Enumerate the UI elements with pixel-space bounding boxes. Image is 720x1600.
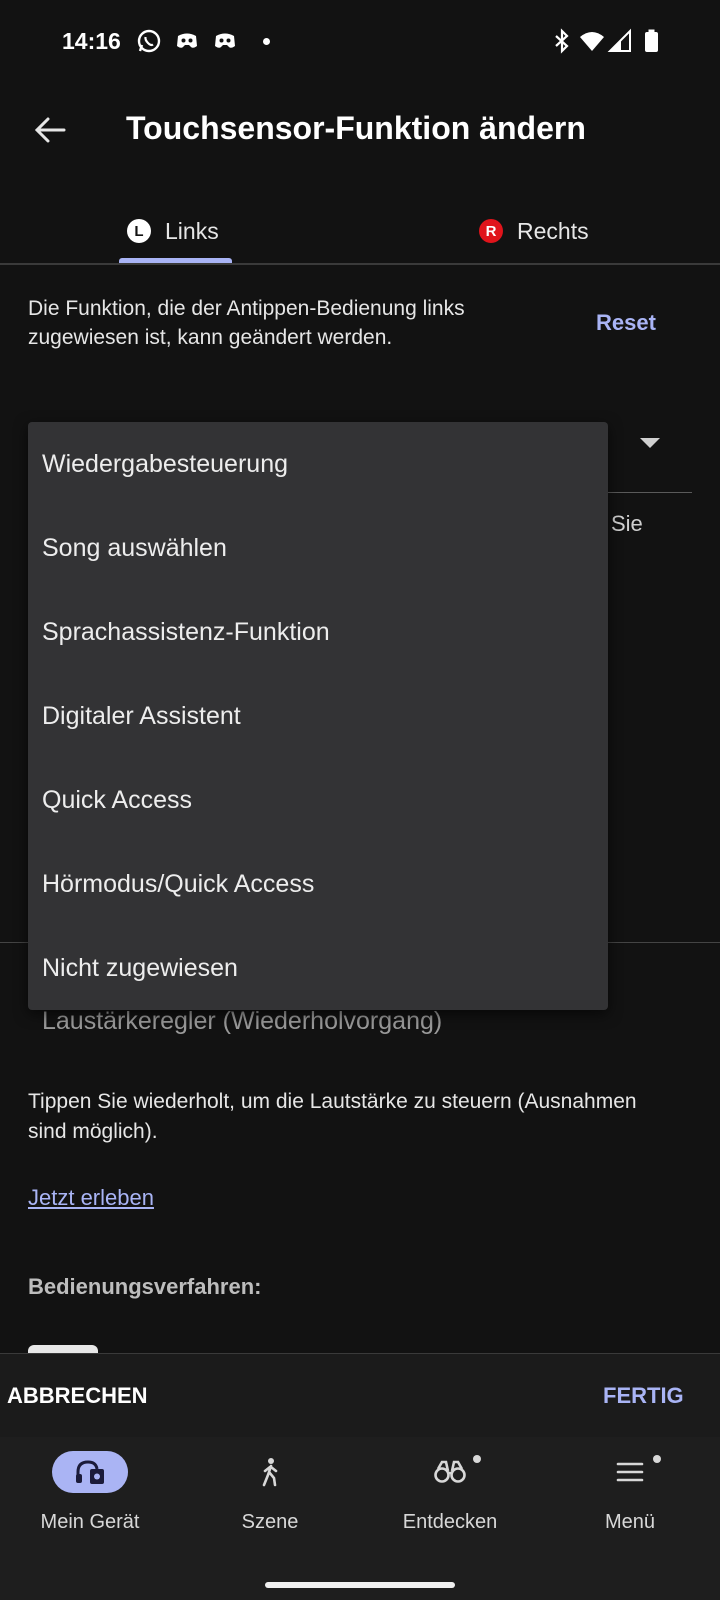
nav-label: Mein Gerät [40,1511,140,1533]
nav-label: Menü [604,1511,656,1533]
tab-label: Rechts [517,217,589,244]
nav-item-szene[interactable]: Szene [180,1437,360,1567]
nav-item-mein-geraet[interactable]: Mein Gerät [0,1437,180,1567]
menu-item-quick-access[interactable]: Quick Access [28,758,608,842]
done-button[interactable]: FERTIG [603,1383,684,1409]
game-controller-icon [215,33,235,48]
hamburger-menu-icon [616,1462,644,1482]
nav-item-menue[interactable]: Menü [540,1437,720,1567]
wifi-icon [580,32,604,51]
right-badge-icon: R [479,219,503,243]
headphones-device-icon [76,1460,104,1484]
menu-item-sprachassistenz[interactable]: Sprachassistenz-Funktion [28,590,608,674]
cancel-button[interactable]: ABBRECHEN [7,1383,148,1409]
nav-item-entdecken[interactable]: Entdecken [360,1437,540,1567]
nav-label: Entdecken [402,1511,498,1533]
notification-dot [473,1455,481,1463]
menu-item-wiedergabesteuerung[interactable]: Wiedergabesteuerung [28,422,608,506]
function-dropdown-menu: Wiedergabesteuerung Song auswählen Sprac… [28,422,608,1010]
home-indicator[interactable] [265,1582,455,1588]
reset-button[interactable]: Reset [596,310,656,336]
current-function-label: Laustärkeregler (Wiederholvorgang) [42,1007,443,1035]
status-time: 14:16 [62,28,121,54]
screen: 14:16 Touchsensor-Funktion ändern L Link… [0,0,720,1600]
action-bar: ABBRECHEN FERTIG [0,1353,720,1437]
procedure-heading: Bedienungsverfahren: [28,1274,262,1299]
tab-divider [0,263,720,265]
menu-item-digitaler-assistent[interactable]: Digitaler Assistent [28,674,608,758]
tip-text: Tippen Sie wiederholt, um die Lautstärke… [28,1090,637,1143]
battery-icon [645,29,658,52]
menu-item-nicht-zugewiesen[interactable]: Nicht zugewiesen [28,926,608,1010]
page-title: Touchsensor-Funktion ändern [126,110,586,146]
game-controller-icon [177,33,197,48]
dropdown-arrow-icon[interactable] [640,438,660,448]
whatsapp-icon [137,29,161,53]
experience-link[interactable]: Jetzt erleben [28,1185,154,1211]
tab-label: Links [165,217,219,244]
status-bar: 14:16 [0,0,720,84]
binoculars-icon [434,1460,466,1483]
tab-links[interactable]: L Links [127,196,219,266]
more-notifications-dot [263,38,270,45]
left-badge-icon: L [127,219,151,243]
menu-item-song-auswaehlen[interactable]: Song auswählen [28,506,608,590]
nav-label: Szene [241,1511,299,1533]
back-arrow-icon[interactable] [30,110,70,150]
walking-person-icon [262,1458,278,1487]
bluetooth-icon [555,28,569,54]
notification-dot [653,1455,661,1463]
menu-item-hoermodus-quick-access[interactable]: Hörmodus/Quick Access [28,842,608,926]
cellular-signal-icon [607,28,631,52]
tab-rechts[interactable]: R Rechts [479,196,589,266]
obscured-text: Sie [611,511,643,536]
description-text: Die Funktion, die der Antippen-Bedienung… [28,297,465,349]
bottom-navigation: Mein Gerät Szene Entdecken Menü [0,1437,720,1600]
